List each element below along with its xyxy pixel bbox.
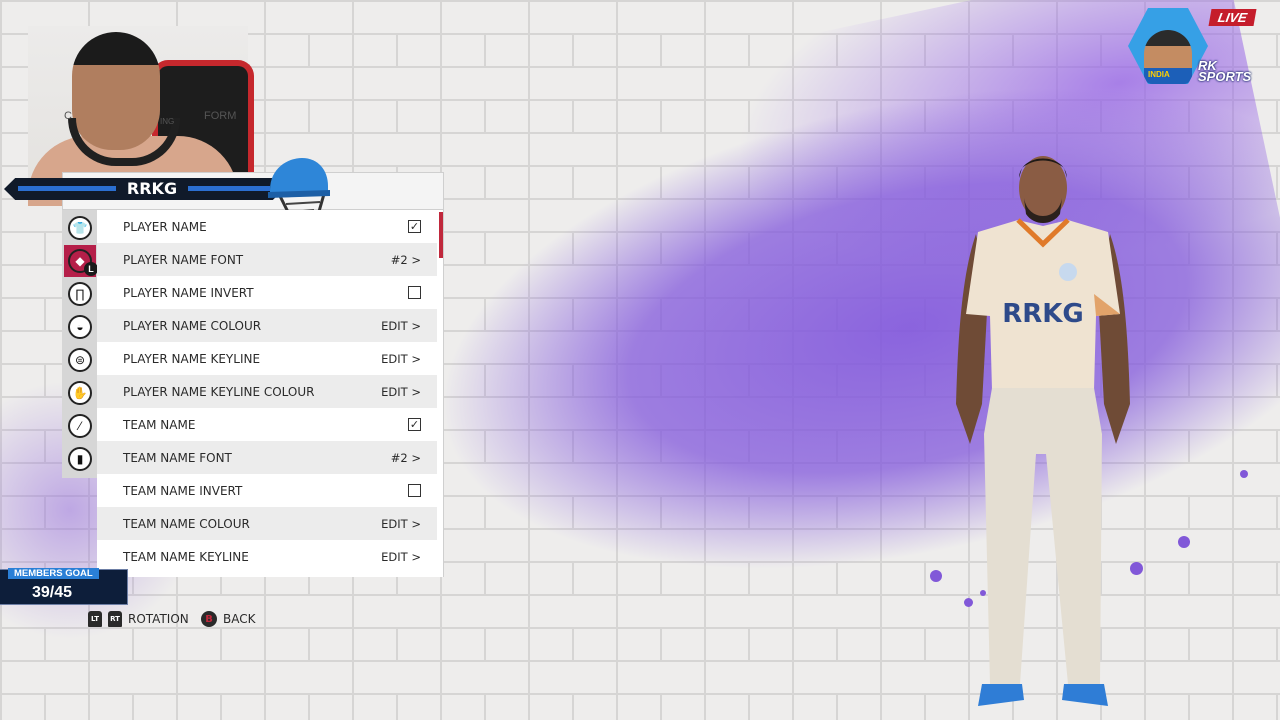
avatar-badge-text: INDIA bbox=[1148, 70, 1170, 79]
option-label: PLAYER NAME bbox=[123, 219, 207, 234]
background-text-fragment: FORM bbox=[204, 110, 237, 122]
option-label: PLAYER NAME COLOUR bbox=[123, 318, 262, 333]
paint-dot bbox=[1178, 536, 1190, 548]
live-badge: LIVE bbox=[1208, 9, 1257, 26]
option-value: EDIT > bbox=[381, 318, 421, 333]
option-value: #2 > bbox=[390, 450, 421, 465]
option-value: EDIT > bbox=[381, 549, 421, 564]
paint-dot bbox=[930, 570, 942, 582]
option-row-player-name[interactable]: PLAYER NAME ✓ bbox=[97, 210, 437, 243]
checkbox-team-name[interactable]: ✓ bbox=[408, 418, 421, 431]
background-text-fragment: ING bbox=[160, 117, 175, 126]
cap-icon: ◒ bbox=[68, 315, 92, 339]
option-label: TEAM NAME FONT bbox=[123, 450, 232, 465]
trousers-icon: ∏ bbox=[68, 282, 92, 306]
helmet-icon: ⊜ bbox=[68, 348, 92, 372]
b-button-icon: B bbox=[201, 611, 217, 627]
option-row-player-name-colour[interactable]: PLAYER NAME COLOUR EDIT > bbox=[97, 309, 437, 342]
rotation-control[interactable]: LT RT ROTATION bbox=[88, 611, 189, 627]
glove-icon: ✋ bbox=[68, 381, 92, 405]
team-nameplate: RRKG bbox=[4, 178, 284, 200]
bat-icon: ⁄ bbox=[68, 414, 92, 438]
option-row-player-name-font[interactable]: PLAYER NAME FONT #2 > bbox=[97, 243, 437, 276]
option-label: PLAYER NAME INVERT bbox=[123, 285, 254, 300]
option-label: PLAYER NAME KEYLINE COLOUR bbox=[123, 384, 315, 399]
nameplate-team-name: RRKG bbox=[116, 178, 188, 200]
option-row-team-name-keyline[interactable]: TEAM NAME KEYLINE EDIT > bbox=[97, 540, 437, 573]
members-goal-value: 39/45 bbox=[32, 584, 73, 601]
option-row-player-name-invert[interactable]: PLAYER NAME INVERT bbox=[97, 276, 437, 309]
option-label: TEAM NAME COLOUR bbox=[123, 516, 250, 531]
category-cap[interactable]: ◒ bbox=[64, 311, 96, 343]
brand-line-2: SPORTS bbox=[1198, 69, 1252, 84]
option-row-team-name-invert[interactable]: TEAM NAME INVERT bbox=[97, 474, 437, 507]
option-row-player-name-keyline-colour[interactable]: PLAYER NAME KEYLINE COLOUR EDIT > bbox=[97, 375, 437, 408]
category-trousers[interactable]: ∏ bbox=[64, 278, 96, 310]
option-label: TEAM NAME INVERT bbox=[123, 483, 243, 498]
rotation-label: ROTATION bbox=[128, 612, 189, 626]
option-value: EDIT > bbox=[381, 384, 421, 399]
option-list: PLAYER NAME ✓ PLAYER NAME FONT #2 > PLAY… bbox=[97, 210, 444, 577]
option-value: #2 > bbox=[390, 252, 421, 267]
category-icon-bar: 👕 ◆ ∏ ◒ ⊜ ✋ ⁄ ▮ bbox=[62, 210, 98, 478]
pad-icon: ▮ bbox=[68, 447, 92, 471]
paint-dot bbox=[1240, 470, 1248, 478]
option-value: EDIT > bbox=[381, 351, 421, 366]
back-control[interactable]: B BACK bbox=[201, 611, 255, 627]
category-helmet[interactable]: ⊜ bbox=[64, 344, 96, 376]
checkbox-player-name[interactable]: ✓ bbox=[408, 220, 421, 233]
background-text-fragment: C bbox=[64, 110, 72, 122]
category-bat[interactable]: ⁄ bbox=[64, 410, 96, 442]
members-goal-widget: MEMBERS GOAL 39/45 bbox=[0, 568, 128, 605]
option-value: EDIT > bbox=[381, 516, 421, 531]
option-label: TEAM NAME KEYLINE bbox=[123, 549, 249, 564]
option-label: PLAYER NAME KEYLINE bbox=[123, 351, 261, 366]
members-goal-label: MEMBERS GOAL bbox=[8, 568, 99, 579]
option-row-team-name-colour[interactable]: TEAM NAME COLOUR EDIT > bbox=[97, 507, 437, 540]
checkbox-team-name-invert[interactable] bbox=[408, 484, 421, 497]
shirt-icon: 👕 bbox=[68, 216, 92, 240]
option-row-player-name-keyline[interactable]: PLAYER NAME KEYLINE EDIT > bbox=[97, 342, 437, 375]
rt-trigger-icon: RT bbox=[108, 611, 122, 627]
category-shirt[interactable]: 👕 bbox=[64, 212, 96, 244]
option-row-team-name[interactable]: TEAM NAME ✓ bbox=[97, 408, 437, 441]
brand-logo-text: RK SPORTS bbox=[1198, 59, 1252, 84]
jersey-team-text: RRKG bbox=[1002, 299, 1084, 329]
back-label: BACK bbox=[223, 612, 256, 626]
category-glove[interactable]: ✋ bbox=[64, 377, 96, 409]
scrollbar-thumb[interactable] bbox=[439, 212, 443, 258]
lt-trigger-icon: LT bbox=[88, 611, 102, 627]
lb-button-badge: L bbox=[84, 262, 98, 276]
option-label: PLAYER NAME FONT bbox=[123, 252, 244, 267]
category-pad[interactable]: ▮ bbox=[64, 443, 96, 475]
player-model: RRKG bbox=[956, 156, 1130, 706]
checkbox-player-name-invert[interactable] bbox=[408, 286, 421, 299]
option-row-team-name-font[interactable]: TEAM NAME FONT #2 > bbox=[97, 441, 437, 474]
option-label: TEAM NAME bbox=[123, 417, 196, 432]
